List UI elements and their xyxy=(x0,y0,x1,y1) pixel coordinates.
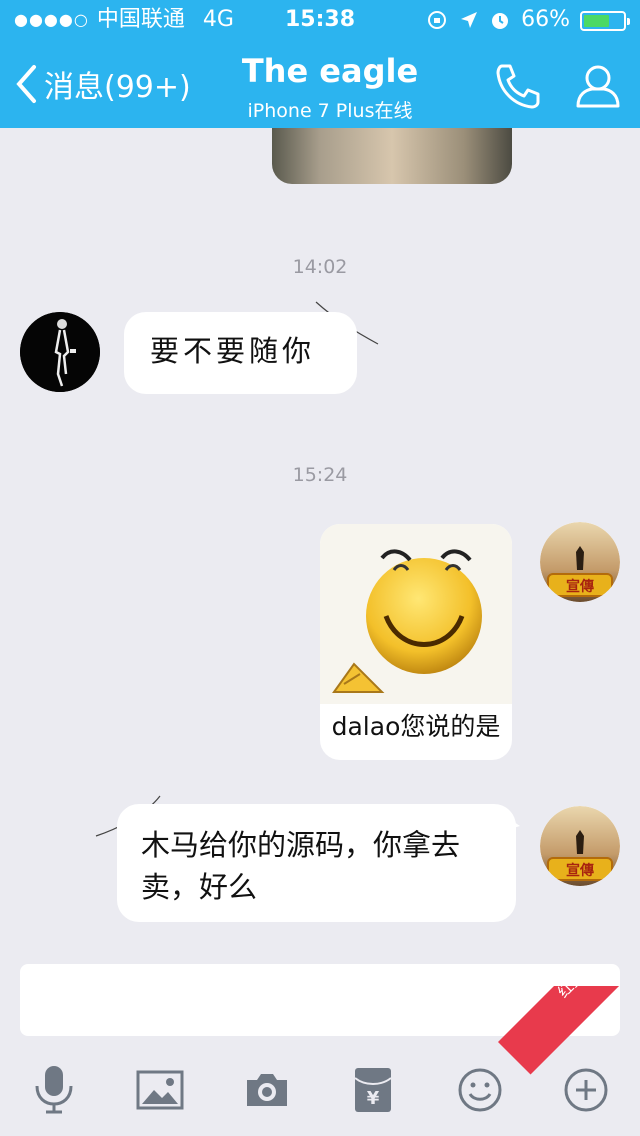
emoji-button[interactable] xyxy=(452,1062,508,1118)
red-packet-button[interactable]: ¥ xyxy=(345,1062,401,1118)
image-icon xyxy=(136,1070,184,1110)
avatar-landscape-icon: 宣傳 xyxy=(540,806,620,886)
call-button[interactable] xyxy=(492,60,544,112)
person-icon xyxy=(576,65,620,108)
voice-button[interactable] xyxy=(26,1062,82,1118)
alarm-icon xyxy=(492,13,509,29)
message-text: 木马给你的源码，你拿去卖，好么 xyxy=(141,828,461,904)
avatar-badge: 宣傳 xyxy=(566,862,594,879)
my-avatar[interactable]: 宣傳 xyxy=(540,522,620,602)
contact-name: The eagle xyxy=(241,52,419,90)
incoming-message-bubble[interactable]: 要不要随你 xyxy=(124,312,357,394)
camera-button[interactable] xyxy=(239,1062,295,1118)
battery-level xyxy=(584,14,610,27)
status-bar: ●●●●○ 中国联通 4G 15:38 66% xyxy=(0,0,640,40)
location-icon xyxy=(461,12,478,28)
red-packet-icon: ¥ xyxy=(354,1068,392,1112)
my-avatar[interactable]: 宣傳 xyxy=(540,806,620,886)
online-status: iPhone 7 Plus在线 xyxy=(247,100,413,122)
image-message[interactable] xyxy=(272,128,512,184)
rotation-lock-icon xyxy=(428,11,447,29)
chevron-left-icon xyxy=(16,65,36,103)
message-input[interactable] xyxy=(20,964,620,1036)
avatar-figure-icon xyxy=(20,312,100,392)
emoji-icon xyxy=(458,1068,502,1112)
microphone-icon xyxy=(35,1066,73,1114)
contact-avatar[interactable] xyxy=(20,312,100,392)
message-text: 要不要随你 xyxy=(150,334,316,368)
plus-icon xyxy=(564,1068,608,1112)
smiley-sticker-icon xyxy=(320,524,512,704)
svg-text:¥: ¥ xyxy=(367,1088,380,1109)
camera-icon xyxy=(247,1074,287,1106)
avatar-landscape-icon: 宣傳 xyxy=(540,522,620,602)
profile-button[interactable] xyxy=(572,60,624,112)
phone-icon xyxy=(496,64,540,109)
more-button[interactable] xyxy=(558,1062,614,1118)
photo-button[interactable] xyxy=(132,1062,188,1118)
outgoing-message-bubble[interactable]: 木马给你的源码，你拿去卖，好么 xyxy=(117,804,516,922)
timestamp: 14:02 xyxy=(292,256,348,278)
input-toolbar: ¥ xyxy=(0,1044,640,1136)
sticker-caption: dalao您说的是 xyxy=(331,712,501,741)
sticker-message[interactable]: dalao您说的是 xyxy=(320,524,512,760)
battery-percent: 66% xyxy=(521,7,570,32)
chat-header: ●●●●○ 中国联通 4G 15:38 66% 消息(99+) The eagl… xyxy=(0,0,640,128)
avatar-badge: 宣傳 xyxy=(566,578,594,595)
timestamp: 15:24 xyxy=(292,464,348,486)
battery-icon xyxy=(580,10,630,31)
